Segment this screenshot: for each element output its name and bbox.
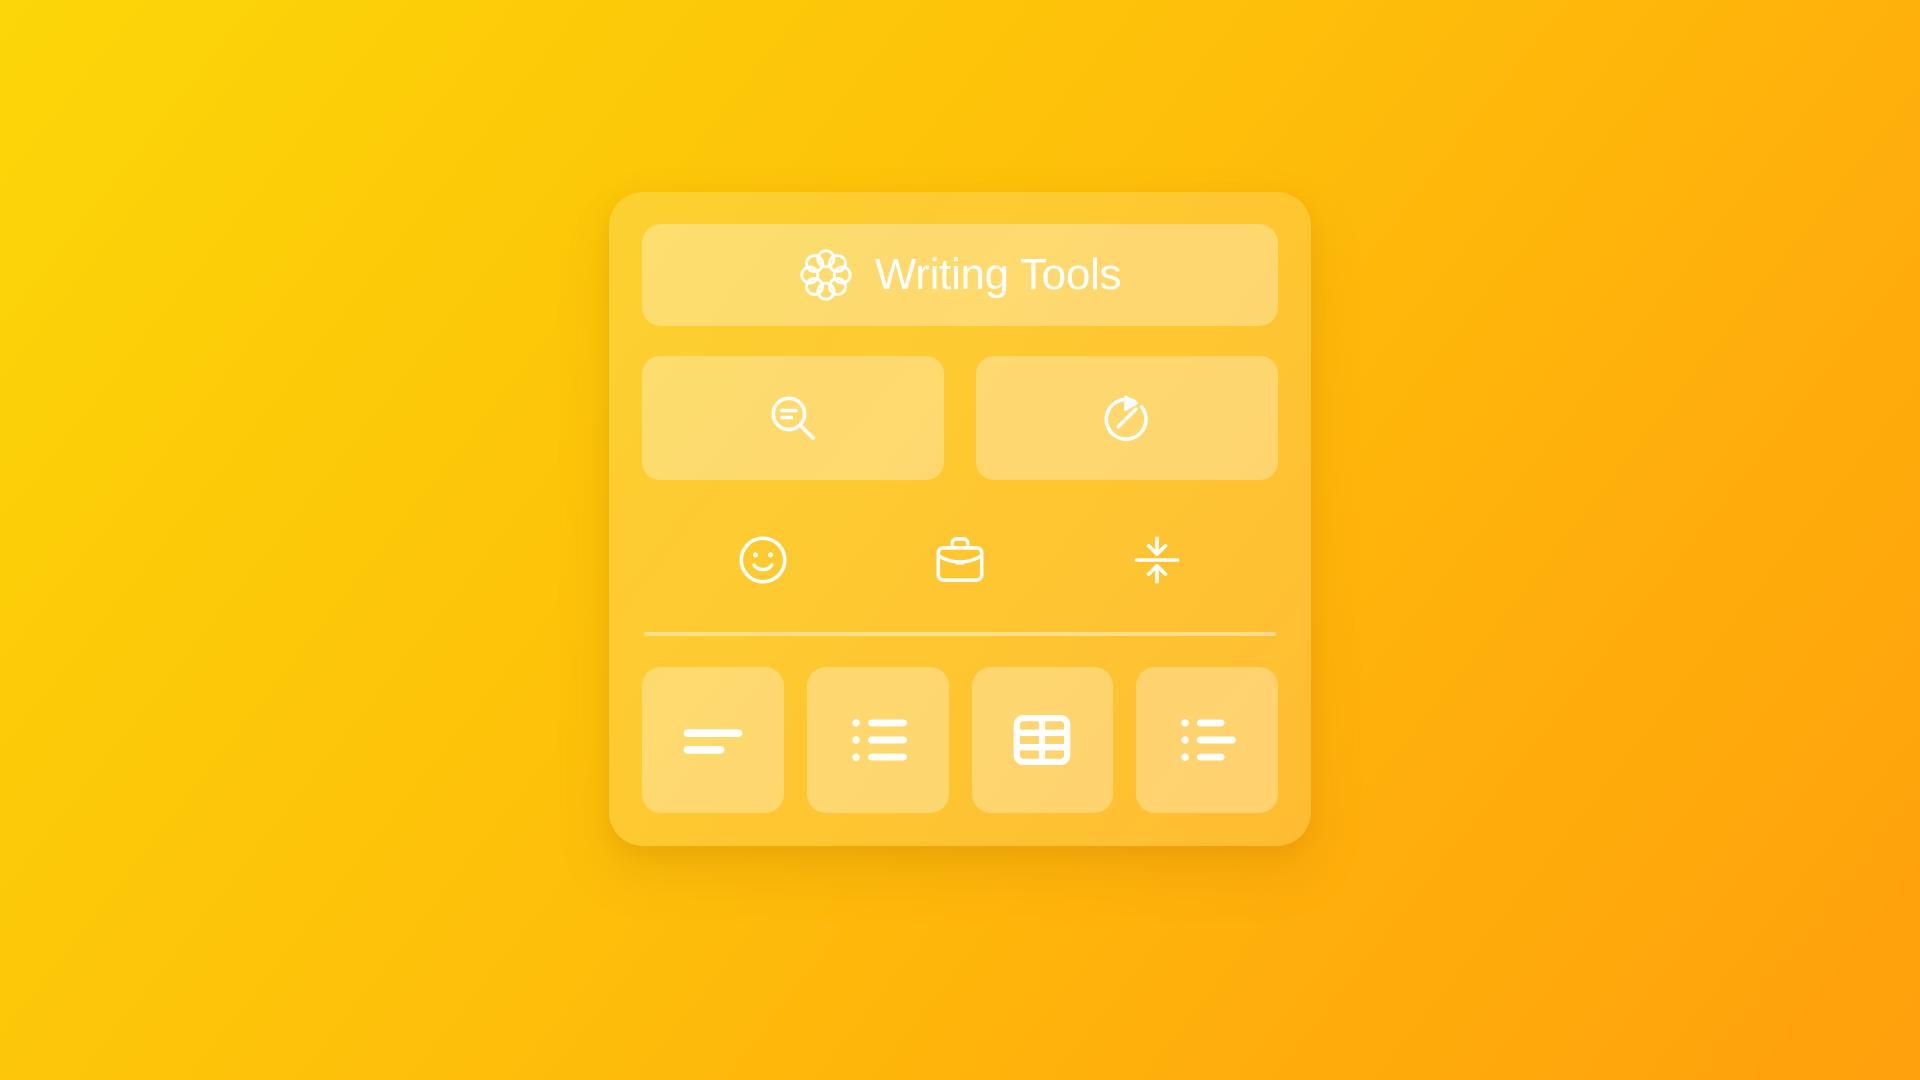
bullet-list-icon — [842, 704, 914, 776]
proofread-button[interactable] — [642, 356, 944, 480]
writing-tools-panel: Writing Tools — [609, 192, 1311, 846]
key-points-list-icon — [1171, 704, 1243, 776]
compress-arrows-icon — [1129, 532, 1185, 588]
summary-lines-icon — [677, 704, 749, 776]
tone-friendly-button[interactable] — [664, 512, 861, 608]
format-key-points-button[interactable] — [1136, 667, 1278, 813]
format-summary-button[interactable] — [642, 667, 784, 813]
page-title: Writing Tools — [874, 250, 1122, 299]
format-table-button[interactable] — [971, 667, 1114, 813]
sparkle-rosette-icon — [799, 248, 853, 302]
tone-row — [642, 512, 1278, 608]
tone-professional-button[interactable] — [861, 512, 1058, 608]
rewrite-button[interactable] — [976, 356, 1278, 480]
rewrite-circular-arrow-icon — [1099, 390, 1155, 446]
tone-concise-button[interactable] — [1059, 512, 1256, 608]
format-row — [642, 667, 1278, 813]
briefcase-icon — [932, 532, 988, 588]
section-divider — [644, 632, 1276, 636]
table-grid-icon — [1006, 704, 1078, 776]
smiley-face-icon — [735, 532, 791, 588]
app-background: Writing Tools — [0, 0, 1920, 1080]
magnifier-text-icon — [765, 390, 821, 446]
format-list-button[interactable] — [806, 667, 949, 813]
writing-tools-header-button[interactable]: Writing Tools — [642, 224, 1278, 326]
action-row — [642, 356, 1278, 480]
